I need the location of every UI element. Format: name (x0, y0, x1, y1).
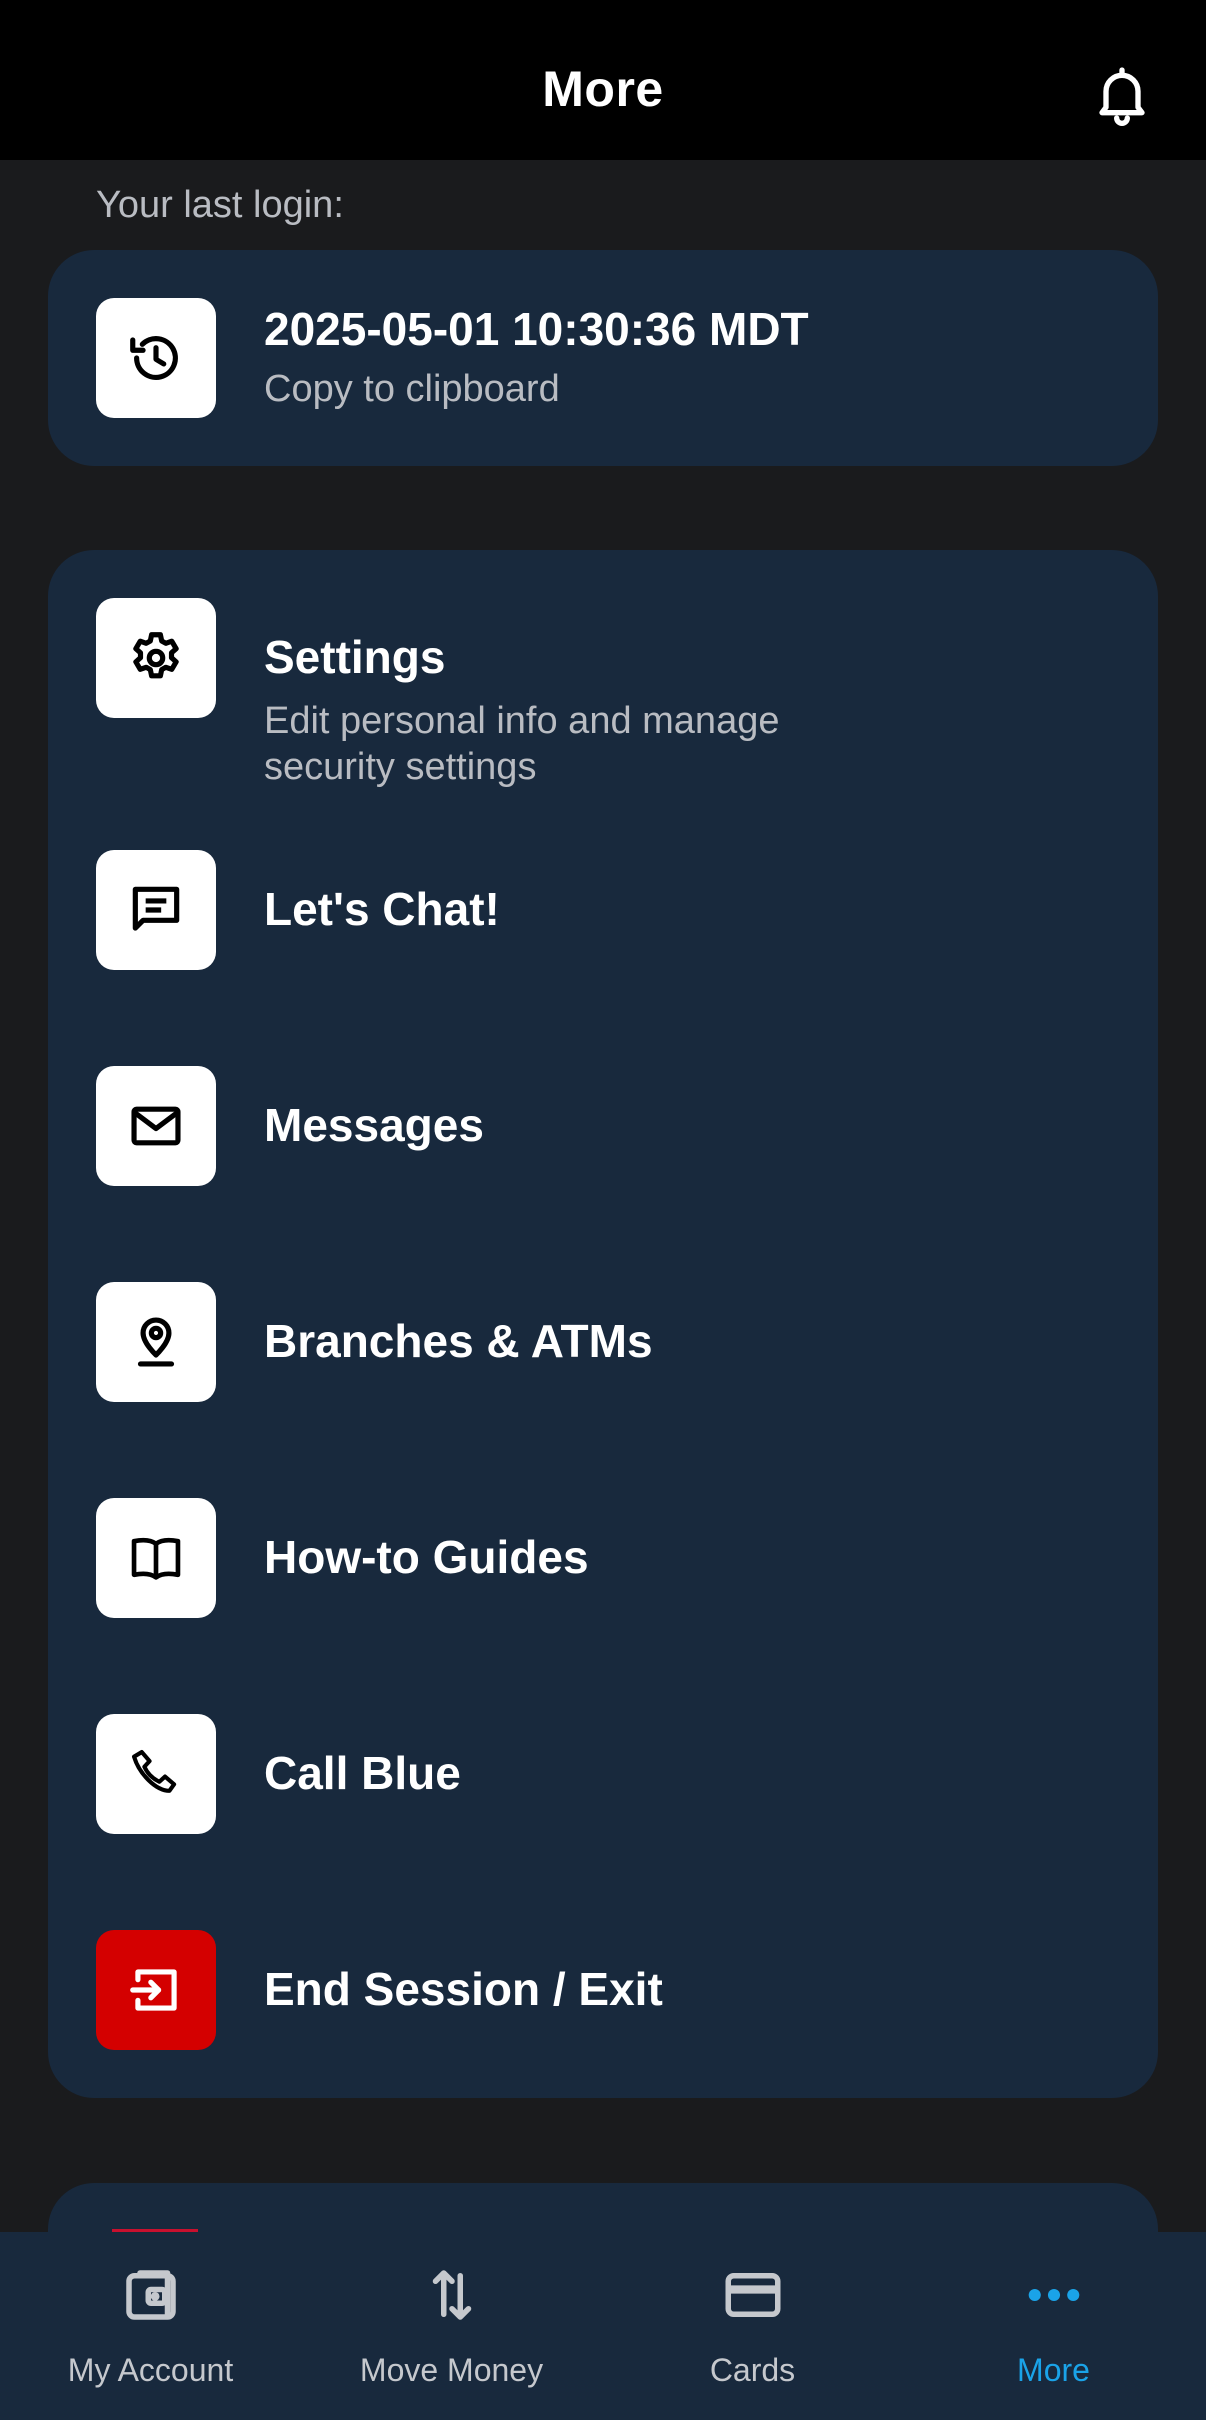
exit-icon-tile (96, 1930, 216, 2050)
menu-item-lets-chat[interactable]: Let's Chat! (48, 840, 1158, 980)
mail-icon-tile (96, 1066, 216, 1186)
chat-icon (132, 886, 180, 931)
tab-label: More (1017, 2352, 1090, 2388)
menu-item-messages[interactable]: Messages (48, 1056, 1158, 1196)
card-icon (725, 2273, 781, 2317)
tab-label: My Account (67, 2352, 234, 2388)
mail-icon (131, 1106, 181, 1146)
wallet-icon (126, 2270, 176, 2320)
menu-item-branches-atms[interactable]: Branches & ATMs (48, 1272, 1158, 1412)
phone-icon-tile (96, 1714, 216, 1834)
history-icon-tile (96, 298, 216, 418)
last-login-timestamp: 2025-05-01 10:30:36 MDT (264, 303, 809, 355)
top-bar: More (0, 0, 1206, 160)
tab-more[interactable]: More (903, 2232, 1204, 2420)
transfer-arrows-icon (432, 2270, 472, 2320)
menu-item-subtitle: Edit personal info and manage security s… (264, 700, 780, 788)
bottom-tab-bar: My Account Move Money Cards More (0, 2232, 1206, 2420)
menu-item-call-blue[interactable]: Call Blue (48, 1704, 1158, 1844)
more-dots-icon (1028, 2288, 1080, 2302)
menu-item-label: Messages (264, 1099, 484, 1151)
menu-item-end-session[interactable]: End Session / Exit (48, 1920, 1158, 2060)
menu-item-settings[interactable]: Settings Edit personal info and manage s… (48, 588, 1158, 788)
bell-icon[interactable] (1090, 62, 1154, 126)
settings-icon-tile (96, 598, 216, 718)
menu-item-label: How-to Guides (264, 1531, 589, 1583)
menu-item-label: Call Blue (264, 1747, 461, 1799)
copy-to-clipboard-link[interactable]: Copy to clipboard (264, 368, 560, 411)
gear-icon (133, 632, 179, 679)
page-title: More (542, 61, 664, 117)
menu-item-how-to-guides[interactable]: How-to Guides (48, 1488, 1158, 1628)
menu-item-label: Let's Chat! (264, 883, 500, 935)
tab-label: Cards (709, 2352, 796, 2388)
book-icon-tile (96, 1498, 216, 1618)
tab-my-account[interactable]: My Account (0, 2232, 301, 2420)
location-icon-tile (96, 1282, 216, 1402)
chat-icon-tile (96, 850, 216, 970)
last-login-card[interactable]: 2025-05-01 10:30:36 MDT Copy to clipboar… (48, 250, 1158, 466)
tab-move-money[interactable]: Move Money (301, 2232, 602, 2420)
book-icon (131, 1537, 181, 1580)
menu-list: Settings Edit personal info and manage s… (48, 550, 1158, 2098)
location-pin-icon (137, 1317, 175, 1367)
history-icon (130, 336, 178, 380)
menu-item-label: End Session / Exit (264, 1963, 663, 2015)
exit-icon (130, 1969, 177, 2011)
phone-icon (131, 1749, 177, 1793)
last-login-label: Your last login: (96, 184, 344, 226)
tab-cards[interactable]: Cards (602, 2232, 903, 2420)
menu-item-label: Settings (264, 631, 446, 683)
menu-item-label: Branches & ATMs (264, 1315, 653, 1367)
tab-label: Move Money (359, 2352, 544, 2388)
